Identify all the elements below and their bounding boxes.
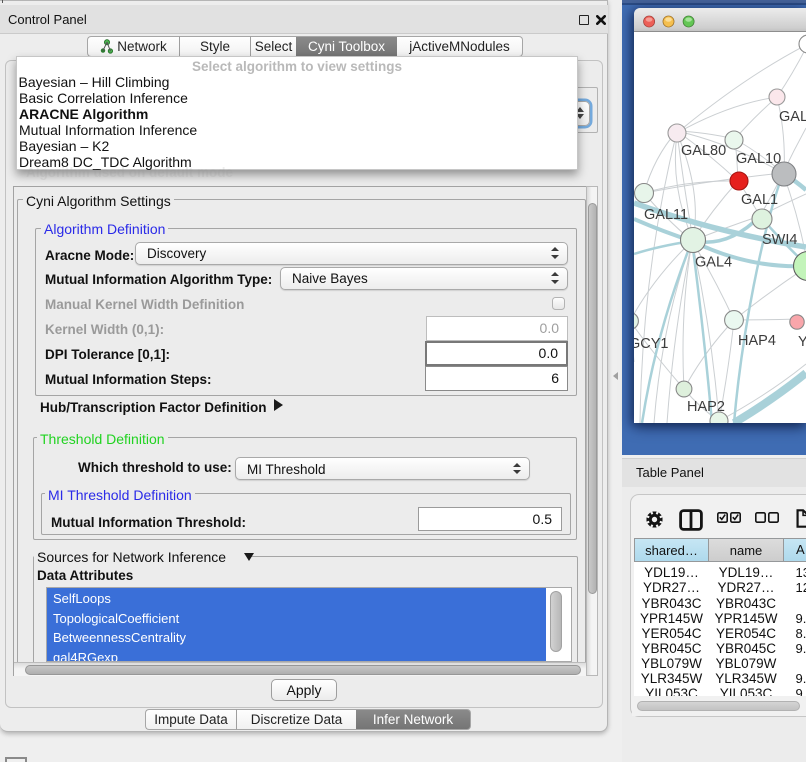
svg-text:GAL10: GAL10 — [736, 151, 781, 167]
svg-text:HAP4: HAP4 — [738, 333, 776, 349]
svg-text:GAL4: GAL4 — [695, 255, 732, 271]
svg-text:GAL11: GAL11 — [644, 207, 688, 223]
svg-text:SWI4: SWI4 — [762, 232, 797, 248]
svg-text:HAP2: HAP2 — [687, 399, 725, 415]
svg-text:GAL7: GAL7 — [779, 109, 806, 125]
svg-text:GAL80: GAL80 — [681, 143, 726, 159]
svg-text:YJL: YJL — [798, 334, 806, 350]
svg-text:GAL1: GAL1 — [741, 192, 778, 208]
svg-text:GCY1: GCY1 — [634, 336, 669, 352]
